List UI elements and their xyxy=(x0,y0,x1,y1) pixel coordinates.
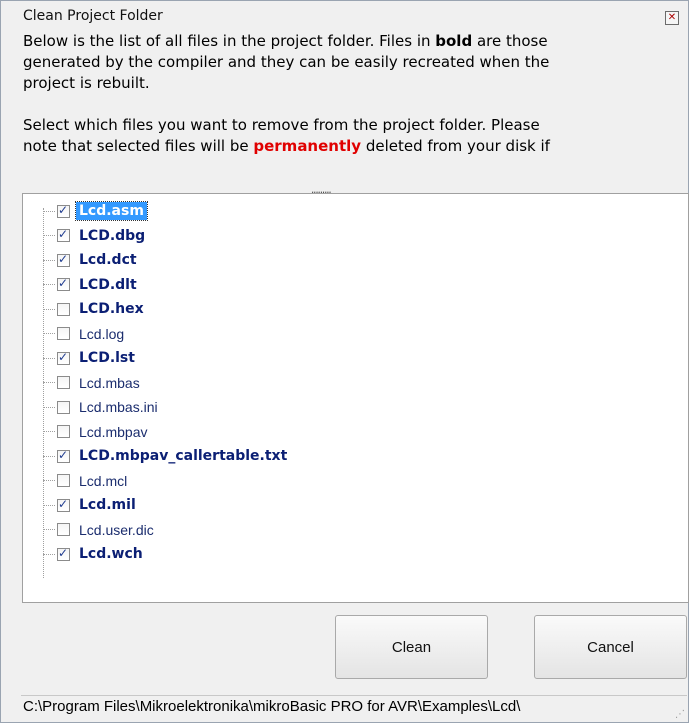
tree-branch-line xyxy=(43,529,55,530)
file-checkbox[interactable] xyxy=(57,400,70,414)
description-text: Below is the list of all files in the pr… xyxy=(23,31,673,157)
tree-branch-line xyxy=(43,333,55,334)
file-name-label[interactable]: LCD.dbg xyxy=(76,227,148,245)
file-tree-item[interactable]: Lcd.mil xyxy=(35,494,139,516)
file-checkbox[interactable] xyxy=(57,523,70,536)
file-tree-item[interactable]: LCD.hex xyxy=(35,298,147,320)
bold-keyword: bold xyxy=(435,32,473,50)
project-path: C:\Program Files\Mikroelektronika\mikroB… xyxy=(23,698,521,715)
file-checkbox[interactable] xyxy=(57,276,70,291)
description-line: generated by the compiler and they can b… xyxy=(23,53,550,71)
tree-branch-line xyxy=(43,553,55,555)
clean-project-folder-dialog: Clean Project Folder ✕ Below is the list… xyxy=(0,0,689,723)
file-tree-item[interactable]: Lcd.mbas.ini xyxy=(35,396,161,418)
tree-branch-line xyxy=(43,308,55,310)
tree-branch-line xyxy=(43,431,55,432)
file-checkbox[interactable] xyxy=(57,327,70,340)
file-tree-item[interactable]: LCD.lst xyxy=(35,347,138,369)
file-name-label[interactable]: Lcd.user.dic xyxy=(76,521,157,539)
title-bar: Clean Project Folder ✕ xyxy=(1,1,688,31)
file-tree-item[interactable]: Lcd.mbpav xyxy=(35,421,150,443)
cancel-button[interactable]: Cancel xyxy=(534,615,687,679)
file-name-label[interactable]: Lcd.mbas.ini xyxy=(76,398,161,416)
file-name-label[interactable]: Lcd.mil xyxy=(76,496,139,514)
file-checkbox[interactable] xyxy=(57,448,70,463)
file-tree[interactable]: Lcd.asm LCD.dbg Lcd.dct LCD.dlt LCD.hex Lcd.l… xyxy=(22,193,689,603)
file-tree-item[interactable]: LCD.mbpav_callertable.txt xyxy=(35,445,290,467)
tree-branch-line xyxy=(43,259,55,261)
dialog-title: Clean Project Folder xyxy=(23,8,163,24)
file-tree-item[interactable]: Lcd.user.dic xyxy=(35,519,157,541)
file-name-label[interactable]: LCD.hex xyxy=(76,300,147,318)
tree-branch-line xyxy=(43,406,55,408)
tree-branch-line xyxy=(43,357,55,359)
file-checkbox[interactable] xyxy=(57,350,70,365)
status-bar: C:\Program Files\Mikroelektronika\mikroB… xyxy=(21,695,687,722)
tree-branch-line xyxy=(43,284,55,285)
file-tree-item[interactable]: Lcd.log xyxy=(35,323,127,345)
clean-button[interactable]: Clean xyxy=(335,615,488,679)
file-checkbox[interactable] xyxy=(57,203,70,218)
file-checkbox[interactable] xyxy=(57,546,70,561)
file-tree-item[interactable]: Lcd.wch xyxy=(35,543,146,565)
file-tree-item[interactable]: Lcd.mcl xyxy=(35,470,130,492)
file-name-label[interactable]: LCD.mbpav_callertable.txt xyxy=(76,447,290,465)
tree-branch-line xyxy=(43,210,55,212)
tree-branch-line xyxy=(43,382,55,383)
file-name-label[interactable]: Lcd.mbpav xyxy=(76,423,150,441)
file-name-label[interactable]: Lcd.wch xyxy=(76,545,146,563)
file-tree-item[interactable]: Lcd.mbas xyxy=(35,372,143,394)
file-name-label[interactable]: Lcd.asm xyxy=(75,201,148,221)
file-checkbox[interactable] xyxy=(57,376,70,389)
file-tree-item[interactable]: Lcd.asm xyxy=(35,200,148,222)
file-tree-item[interactable]: LCD.dlt xyxy=(35,274,140,296)
file-name-label[interactable]: Lcd.log xyxy=(76,325,127,343)
file-name-label[interactable]: Lcd.dct xyxy=(76,251,140,269)
file-name-label[interactable]: LCD.lst xyxy=(76,349,138,367)
permanently-warning: permanently xyxy=(253,137,362,155)
file-tree-item[interactable]: LCD.dbg xyxy=(35,225,148,247)
file-checkbox[interactable] xyxy=(57,497,70,512)
file-checkbox[interactable] xyxy=(57,474,70,487)
file-tree-item[interactable]: Lcd.dct xyxy=(35,249,140,271)
resize-grip-icon[interactable]: ⋰ xyxy=(675,709,685,720)
description-line: Select which files you want to remove fr… xyxy=(23,116,540,134)
close-icon[interactable]: ✕ xyxy=(665,11,679,25)
description-line: project is rebuilt. xyxy=(23,74,150,92)
tree-branch-line xyxy=(43,455,55,457)
description-line: note that selected files will be permane… xyxy=(23,137,550,155)
file-name-label[interactable]: Lcd.mbas xyxy=(76,374,143,392)
file-checkbox[interactable] xyxy=(57,227,70,242)
file-checkbox[interactable] xyxy=(57,252,70,267)
file-checkbox[interactable] xyxy=(57,302,70,316)
file-checkbox[interactable] xyxy=(57,425,70,438)
tree-branch-line xyxy=(43,480,55,481)
file-name-label[interactable]: LCD.dlt xyxy=(76,276,140,294)
file-name-label[interactable]: Lcd.mcl xyxy=(76,472,130,490)
tree-branch-line xyxy=(43,504,55,506)
description-line: Below is the list of all files in the pr… xyxy=(23,32,548,50)
tree-branch-line xyxy=(43,235,55,236)
